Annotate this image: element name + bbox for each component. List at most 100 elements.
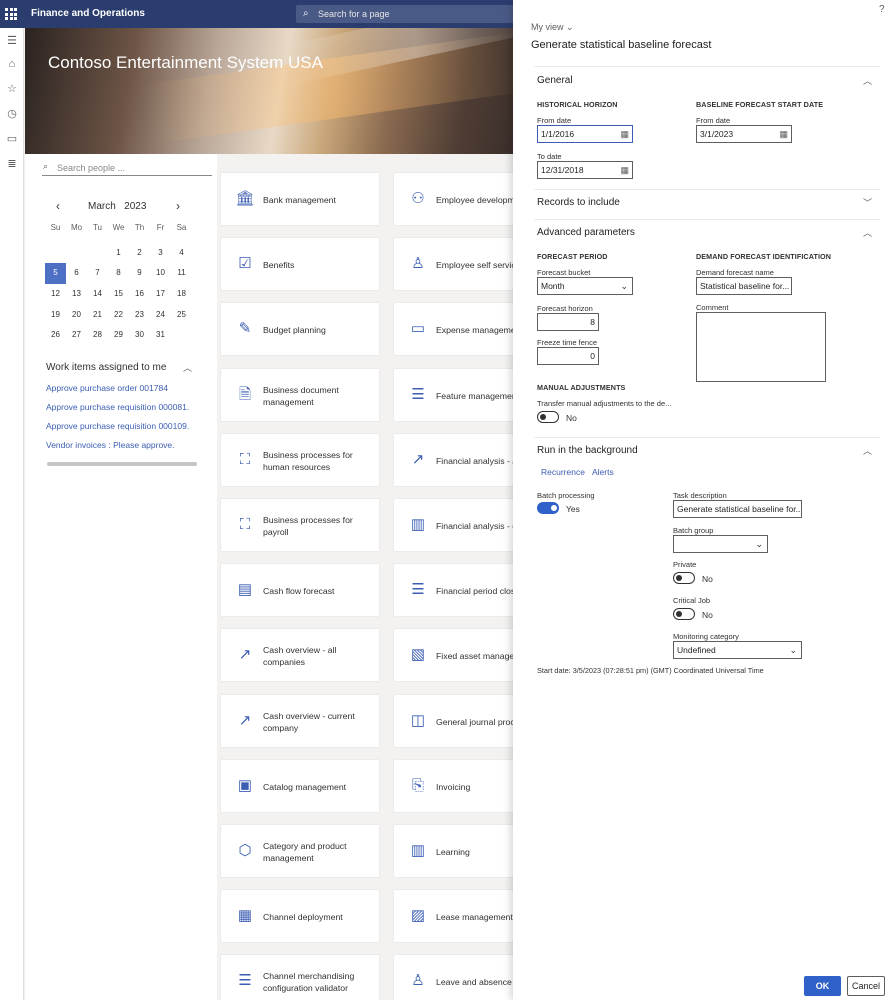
calendar-day[interactable]: 1: [108, 243, 129, 264]
workspace-tile[interactable]: ☰ Financial period close: [393, 563, 514, 617]
calendar-day[interactable]: 18: [171, 284, 192, 305]
chevron-up-icon[interactable]: ︿: [863, 74, 872, 87]
my-view-dropdown[interactable]: My view ⌄: [531, 22, 574, 33]
workspace-tile[interactable]: 🏛 Bank management: [220, 172, 380, 226]
workspace-icon[interactable]: ▭: [5, 132, 19, 146]
tab-recurrence[interactable]: Recurrence: [541, 467, 585, 477]
section-advanced-header[interactable]: Advanced parameters: [537, 227, 635, 238]
workspace-tile[interactable]: ⬡ Category and product management: [220, 824, 380, 878]
calendar-day[interactable]: 28: [87, 325, 108, 346]
calendar-day[interactable]: 9: [129, 263, 150, 284]
cancel-button[interactable]: Cancel: [847, 976, 885, 996]
batch-group-select[interactable]: ⌄: [673, 535, 768, 553]
help-icon[interactable]: ?: [879, 4, 885, 15]
work-item-link[interactable]: Approve purchase order 001784: [46, 383, 168, 393]
app-title[interactable]: Finance and Operations: [31, 8, 145, 19]
tab-alerts[interactable]: Alerts: [592, 467, 614, 477]
calendar-prev-button[interactable]: ‹: [51, 199, 65, 213]
workspace-tile[interactable]: ▣ Catalog management: [220, 759, 380, 813]
batch-processing-toggle[interactable]: [537, 502, 559, 514]
calendar-day[interactable]: 5: [45, 263, 66, 285]
page-search-box[interactable]: ⌕ Search for a page: [296, 5, 536, 23]
workspace-tile[interactable]: ⛶ Business processes for payroll: [220, 498, 380, 552]
calendar-day[interactable]: 19: [45, 305, 66, 326]
workspace-tile[interactable]: ⎘ Invoicing: [393, 759, 514, 813]
workspace-tile[interactable]: ☰ Feature management: [393, 368, 514, 422]
calendar-day[interactable]: 6: [66, 263, 87, 284]
hamburger-icon[interactable]: ☰: [5, 34, 19, 48]
clock-icon[interactable]: ◷: [5, 107, 19, 121]
chevron-up-icon[interactable]: ︿: [183, 361, 192, 374]
calendar-day[interactable]: 29: [108, 325, 129, 346]
chevron-up-icon[interactable]: ︿: [863, 226, 872, 239]
section-records-header[interactable]: Records to include: [537, 197, 620, 208]
calendar-icon[interactable]: ▦: [620, 126, 629, 142]
chevron-down-icon[interactable]: ﹀: [863, 196, 872, 209]
workspace-tile[interactable]: ☑ Benefits: [220, 237, 380, 291]
workspace-tile[interactable]: ♙ Employee self service: [393, 237, 514, 291]
work-item-link[interactable]: Vendor invoices : Please approve.: [46, 440, 175, 450]
home-icon[interactable]: ⌂: [5, 57, 19, 71]
freeze-time-fence-field[interactable]: 0: [537, 347, 599, 365]
section-general-header[interactable]: General: [537, 75, 573, 86]
workspace-tile[interactable]: ⛶ Business processes for human resources: [220, 433, 380, 487]
calendar-day[interactable]: 13: [66, 284, 87, 305]
workspace-tile[interactable]: ▨ Lease management: [393, 889, 514, 943]
work-item-link[interactable]: Approve purchase requisition 000081.: [46, 402, 189, 412]
calendar-day[interactable]: 10: [150, 263, 171, 284]
workspace-tile[interactable]: ↗ Cash overview - current company: [220, 694, 380, 748]
calendar-day[interactable]: 31: [150, 325, 171, 346]
calendar-next-button[interactable]: ›: [171, 199, 185, 213]
calendar-day[interactable]: 23: [129, 305, 150, 326]
workspace-tile[interactable]: ▭ Expense management: [393, 302, 514, 356]
comment-textarea[interactable]: [696, 312, 826, 382]
workspace-tile[interactable]: ◫ General journal processing: [393, 694, 514, 748]
star-icon[interactable]: ☆: [5, 82, 19, 96]
workspace-tile[interactable]: ✎ Budget planning: [220, 302, 380, 356]
calendar-day[interactable]: 21: [87, 305, 108, 326]
calendar-day[interactable]: 27: [66, 325, 87, 346]
calendar-day[interactable]: 2: [129, 243, 150, 264]
work-item-link[interactable]: Approve purchase requisition 000109.: [46, 421, 189, 431]
from-date-field[interactable]: 1/1/2016 ▦: [537, 125, 633, 143]
calendar-day[interactable]: 8: [108, 263, 129, 284]
workspace-tile[interactable]: ▦ Channel deployment: [220, 889, 380, 943]
calendar-day[interactable]: 20: [66, 305, 87, 326]
calendar-day[interactable]: 3: [150, 243, 171, 264]
workspace-tile[interactable]: ↗ Financial analysis - all companies: [393, 433, 514, 487]
forecast-bucket-select[interactable]: Month ⌄: [537, 277, 633, 295]
workspace-tile[interactable]: ☰ Channel merchandising configuration val…: [220, 954, 380, 1000]
baseline-from-date-field[interactable]: 3/1/2023 ▦: [696, 125, 792, 143]
demand-forecast-name-field[interactable]: Statistical baseline for...: [696, 277, 792, 295]
calendar-day[interactable]: 22: [108, 305, 129, 326]
private-toggle[interactable]: [673, 572, 695, 584]
calendar-day[interactable]: 14: [87, 284, 108, 305]
calendar-icon[interactable]: ▦: [620, 162, 629, 178]
task-description-field[interactable]: Generate statistical baseline for...: [673, 500, 802, 518]
workspace-tile[interactable]: ▥ Learning: [393, 824, 514, 878]
chevron-up-icon[interactable]: ︿: [863, 444, 872, 457]
calendar-day[interactable]: 24: [150, 305, 171, 326]
calendar-day[interactable]: 17: [150, 284, 171, 305]
calendar-day[interactable]: 7: [87, 263, 108, 284]
workspace-tile[interactable]: ⚇ Employee development: [393, 172, 514, 226]
transfer-adjustments-toggle[interactable]: [537, 411, 559, 423]
critical-job-toggle[interactable]: [673, 608, 695, 620]
horizontal-scrollbar[interactable]: [47, 462, 197, 466]
calendar-day[interactable]: 4: [171, 243, 192, 264]
workspace-tile[interactable]: 🗎 Business document management: [220, 368, 380, 422]
workspace-tile[interactable]: ♙ Leave and absence: [393, 954, 514, 1000]
calendar-day[interactable]: 16: [129, 284, 150, 305]
calendar-day[interactable]: 15: [108, 284, 129, 305]
modules-list-icon[interactable]: ≣: [5, 157, 19, 171]
calendar-day[interactable]: 11: [171, 263, 192, 284]
workspace-tile[interactable]: ▥ Financial analysis - current company: [393, 498, 514, 552]
calendar-icon[interactable]: ▦: [779, 126, 788, 142]
app-launcher-icon[interactable]: [5, 8, 17, 20]
ok-button[interactable]: OK: [804, 976, 841, 996]
calendar-day[interactable]: 30: [129, 325, 150, 346]
calendar-day[interactable]: 26: [45, 325, 66, 346]
workspace-tile[interactable]: ▤ Cash flow forecast: [220, 563, 380, 617]
people-search-input[interactable]: ⌕ Search people ...: [42, 158, 212, 176]
calendar-day[interactable]: 25: [171, 305, 192, 326]
